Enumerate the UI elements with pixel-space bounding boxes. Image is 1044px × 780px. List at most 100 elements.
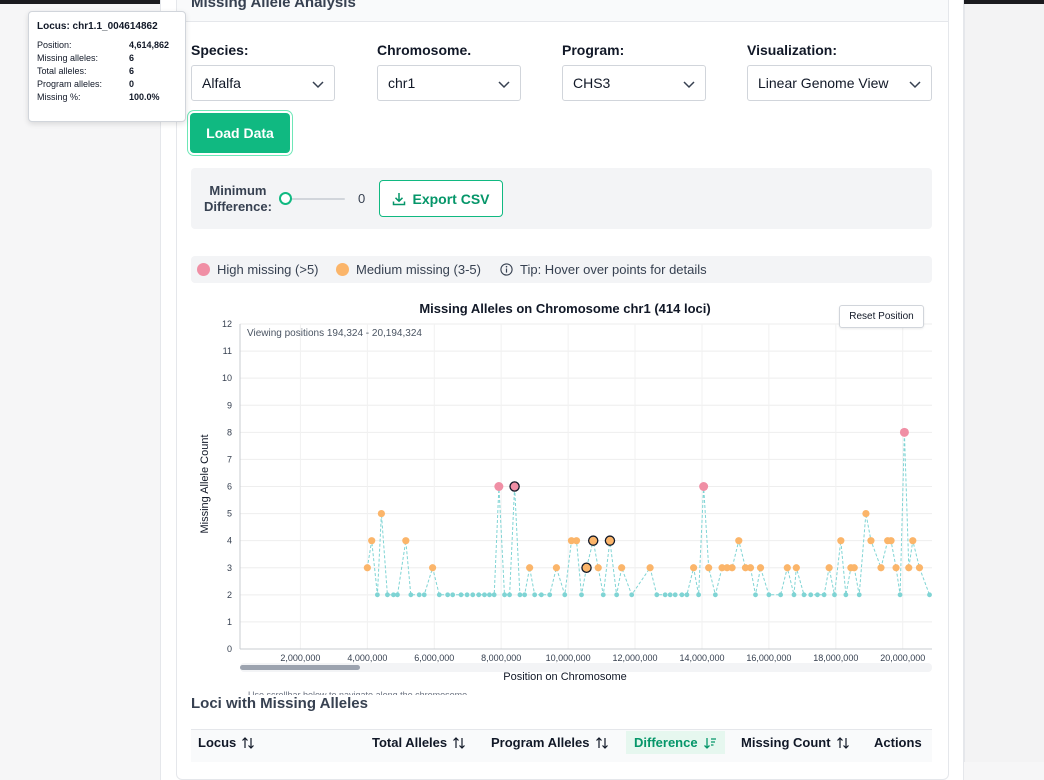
min-difference-value: 0 (358, 191, 366, 206)
viewing-range-text: Viewing positions 194,324 - 20,194,324 (247, 328, 422, 339)
data-point (487, 592, 492, 598)
data-point (712, 592, 718, 598)
data-point (867, 537, 875, 545)
y-tick-label: 6 (227, 482, 232, 492)
tooltip-row-label: Missing %: (37, 92, 81, 102)
data-point (792, 564, 800, 572)
data-point (502, 592, 507, 598)
info-icon (500, 263, 513, 276)
y-tick-label: 11 (223, 346, 232, 356)
x-tick-label: 14,000,000 (679, 653, 724, 663)
chart-scrollbar-thumb[interactable] (240, 665, 360, 670)
page-background-right (964, 4, 1044, 762)
data-point (856, 592, 862, 598)
chevron-down-icon (498, 81, 510, 89)
column-header-missing-count-label: Missing Count (741, 735, 831, 750)
x-tick-label: 10,000,000 (546, 653, 591, 663)
y-tick-label: 7 (227, 454, 232, 464)
column-header-program-alleles[interactable]: Program Alleles (491, 735, 609, 750)
chart-title: Missing Alleles on Chromosome chr1 (414 … (419, 301, 711, 316)
section-title: Missing Allele Analysis (191, 0, 356, 11)
min-difference-label: Minimum Difference: (204, 183, 272, 215)
load-data-button[interactable]: Load Data (190, 113, 290, 153)
program-select[interactable]: CHS3 (562, 65, 706, 101)
data-point (801, 592, 807, 598)
highlighted-data-point (604, 535, 616, 546)
column-header-program-alleles-label: Program Alleles (491, 735, 590, 750)
column-header-total-alleles-label: Total Alleles (372, 735, 448, 750)
data-point (428, 564, 437, 572)
species-select[interactable]: Alfalfa (191, 65, 335, 101)
chromosome-label: Chromosome. (377, 42, 472, 58)
data-point (696, 592, 702, 598)
chromosome-value: chr1 (388, 75, 416, 91)
column-header-locus-label: Locus (198, 735, 237, 750)
data-point (662, 592, 668, 598)
column-header-total-alleles[interactable]: Total Alleles (372, 735, 466, 750)
legend-high: High missing (>5) (197, 262, 319, 277)
column-header-difference[interactable]: Difference (626, 731, 725, 754)
data-point (552, 564, 561, 572)
y-tick-label: 1 (227, 617, 232, 627)
visualization-label: Visualization: (747, 42, 837, 58)
column-header-locus[interactable]: Locus (198, 735, 255, 750)
data-point (815, 592, 820, 598)
tooltip-row: Missing %: 100.0% (37, 92, 177, 102)
sort-icon (453, 736, 466, 749)
tooltip-row-value: 6 (129, 53, 135, 63)
data-point (862, 509, 870, 518)
missing-alleles-chart[interactable]: 01234567891011122,000,000 4,000,000 6,000,… (190, 315, 940, 665)
visualization-value: Linear Genome View (758, 75, 889, 91)
data-point (538, 592, 544, 598)
y-tick-label: 9 (227, 400, 232, 410)
chromosome-select[interactable]: chr1 (377, 65, 521, 101)
tooltip-row: Total alleles: 6 (37, 66, 177, 76)
highlighted-data-point (509, 481, 520, 492)
tooltip-row-value: 0 (129, 79, 135, 89)
data-point (778, 592, 784, 598)
data-point (494, 482, 504, 491)
data-point (699, 482, 709, 491)
tooltip-row-value: 6 (129, 66, 135, 76)
data-point (654, 592, 660, 598)
min-difference-slider-thumb[interactable] (279, 192, 292, 205)
data-point (416, 592, 422, 598)
sort-icon (242, 736, 255, 749)
download-icon (393, 192, 406, 205)
tooltip-row-label: Position: (37, 40, 72, 50)
min-difference-slider-track[interactable] (285, 198, 345, 200)
data-point (850, 564, 858, 572)
tooltip-title: Locus: chr1.1_004614862 (37, 21, 158, 32)
export-csv-button[interactable]: Export CSV (379, 180, 503, 217)
data-point (522, 592, 528, 598)
y-tick-label: 2 (227, 590, 232, 600)
data-point (385, 592, 390, 598)
y-tick-label: 3 (227, 563, 232, 573)
chevron-down-icon (909, 81, 921, 89)
x-tick-label: 8,000,000 (481, 653, 521, 663)
legend-tip-label: Tip: Hover over points for details (520, 262, 707, 277)
data-point (728, 564, 736, 572)
data-point (646, 564, 654, 572)
min-difference-label-line2: Difference: (204, 199, 272, 214)
data-point (877, 564, 885, 572)
data-point (887, 537, 895, 545)
reset-position-button[interactable]: Reset Position (839, 305, 924, 328)
x-axis-label: Position on Chromosome (503, 671, 627, 683)
tooltip-row-value: 4,614,862 (129, 40, 170, 50)
data-point (808, 592, 814, 598)
data-point (532, 592, 538, 598)
data-point (667, 592, 673, 598)
y-tick-label: 12 (222, 319, 232, 329)
y-tick-label: 8 (227, 427, 232, 437)
sort-descending-icon (703, 737, 716, 749)
data-point (594, 564, 602, 572)
data-point (756, 564, 765, 572)
visualization-select[interactable]: Linear Genome View (747, 65, 932, 101)
data-point (843, 592, 849, 598)
export-csv-label: Export CSV (412, 190, 490, 207)
data-point (562, 592, 568, 598)
column-header-missing-count[interactable]: Missing Count (741, 735, 850, 750)
y-tick-label: 0 (227, 644, 232, 654)
x-tick-label: 20,000,000 (880, 653, 925, 663)
